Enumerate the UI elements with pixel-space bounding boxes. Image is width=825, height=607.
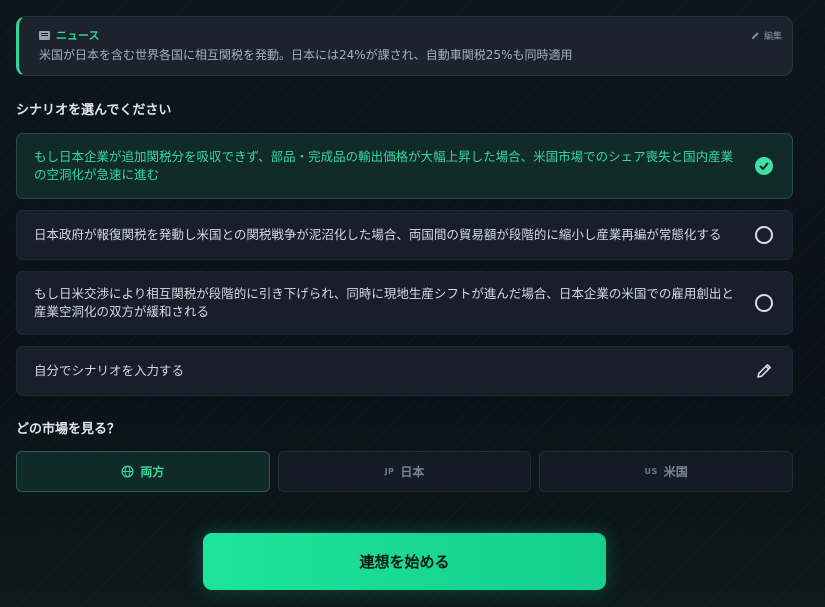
start-association-button[interactable]: 連想を始める xyxy=(203,533,606,590)
scenario-section-title: シナリオを選んでください xyxy=(16,103,172,118)
market-option-japan[interactable]: JP 日本 xyxy=(277,451,532,492)
custom-scenario-button[interactable]: 自分でシナリオを入力する xyxy=(16,346,793,396)
market-code: JP xyxy=(384,467,395,476)
scenario-option-2[interactable]: 日本政府が報復関税を発動し米国との関税戦争が泥沼化した場合、両国間の貿易額が段階… xyxy=(16,210,793,260)
scenario-option-1[interactable]: もし日本企業が追加関税分を吸収できず、部品・完成品の輸出価格が大幅上昇した場合、… xyxy=(16,133,793,199)
market-option-label: 米国 xyxy=(663,465,688,479)
scenario-option-3[interactable]: もし日米交渉により相互関税が段階的に引き下げられ、同時に現地生産シフトが進んだ場… xyxy=(16,271,793,335)
checkmark-icon xyxy=(755,157,773,175)
globe-icon xyxy=(121,465,134,478)
scenario-option-label: もし日米交渉により相互関税が段階的に引き下げられ、同時に現地生産シフトが進んだ場… xyxy=(34,286,734,319)
radio-icon xyxy=(755,294,773,312)
market-section-title: どの市場を見る？ xyxy=(16,422,121,437)
scenario-option-label: もし日本企業が追加関税分を吸収できず、部品・完成品の輸出価格が大幅上昇した場合、… xyxy=(34,149,734,182)
market-option-both[interactable]: 両方 xyxy=(16,451,270,492)
pencil-icon xyxy=(751,32,759,40)
main-panel: ニュース 米国が日本を含む世界各国に相互関税を発動。日本には24%が課され、自動… xyxy=(16,16,794,492)
custom-scenario-label: 自分でシナリオを入力する xyxy=(34,363,185,378)
edit-news-button[interactable]: 編集 xyxy=(751,29,782,42)
radio-icon xyxy=(755,226,773,244)
market-option-label: 日本 xyxy=(400,465,425,479)
pencil-icon xyxy=(757,364,771,378)
news-card: ニュース 米国が日本を含む世界各国に相互関税を発動。日本には24%が課され、自動… xyxy=(16,16,793,76)
newspaper-icon xyxy=(39,30,50,40)
market-code: US xyxy=(644,467,658,476)
market-option-us[interactable]: US 米国 xyxy=(539,451,794,492)
scenario-option-label: 日本政府が報復関税を発動し米国との関税戦争が泥沼化した場合、両国間の貿易額が段階… xyxy=(34,227,722,242)
news-label: ニュース xyxy=(56,29,100,42)
market-option-label: 両方 xyxy=(140,465,165,479)
edit-label: 編集 xyxy=(763,32,782,42)
market-selector: 両方 JP 日本 US 米国 xyxy=(16,451,794,492)
news-text: 米国が日本を含む世界各国に相互関税を発動。日本には24%が課され、自動車関税25… xyxy=(39,48,573,62)
